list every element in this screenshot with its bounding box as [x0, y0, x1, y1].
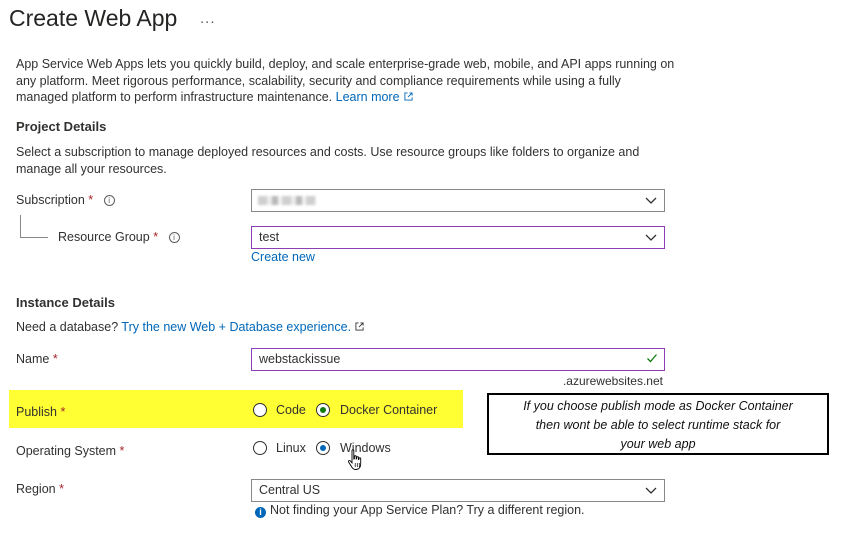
web-database-link[interactable]: Try the new Web + Database experience. [121, 320, 351, 334]
os-linux-radio[interactable] [253, 441, 267, 455]
required-asterisk: * [88, 193, 94, 207]
subscription-redacted-value [258, 196, 316, 205]
publish-label-text: Publish [16, 405, 57, 419]
resource-group-label: Resource Group * i [58, 230, 180, 244]
region-dropdown[interactable]: Central US [251, 479, 665, 502]
page-title: Create Web App [9, 5, 178, 31]
info-icon[interactable]: i [103, 195, 115, 206]
required-asterisk: * [153, 230, 159, 244]
publish-code-radio[interactable] [253, 403, 267, 417]
required-asterisk: * [52, 352, 58, 366]
info-icon[interactable]: i [168, 232, 180, 243]
radio-selected-dot [320, 407, 326, 413]
subscription-dropdown[interactable] [251, 189, 665, 212]
radio-selected-dot [320, 445, 326, 451]
name-label: Name * [16, 352, 58, 366]
tree-connector-horizontal [20, 237, 48, 238]
publish-label: Publish * [16, 405, 65, 419]
region-label-text: Region [16, 482, 56, 496]
required-asterisk: * [60, 405, 66, 419]
required-asterisk: * [59, 482, 64, 496]
create-new-link[interactable]: Create new [251, 250, 315, 264]
subscription-label: Subscription * i [16, 193, 115, 207]
database-prompt-text: Need a database? [16, 320, 119, 334]
region-hint-text: Not finding your App Service Plan? Try a… [270, 503, 585, 517]
learn-more-label[interactable]: Learn more [336, 90, 400, 104]
tree-connector-vertical [20, 215, 21, 237]
external-link-icon [355, 322, 364, 331]
hand-cursor-icon [348, 449, 362, 470]
project-details-heading: Project Details [16, 119, 107, 134]
os-linux-label[interactable]: Linux [276, 441, 306, 455]
os-label: Operating System * [16, 444, 124, 458]
publish-docker-radio[interactable] [316, 403, 330, 417]
annotation-callout: If you choose publish mode as Docker Con… [487, 393, 829, 455]
domain-suffix: .azurewebsites.net [562, 374, 663, 388]
name-value: webstackissue [259, 352, 341, 366]
region-label: Region * [16, 482, 64, 496]
annotation-line: then wont be able to select runtime stac… [535, 418, 781, 432]
publish-docker-label[interactable]: Docker Container [340, 403, 437, 417]
subscription-label-text: Subscription [16, 193, 85, 207]
region-value: Central US [259, 483, 321, 497]
annotation-line: your web app [620, 437, 696, 451]
annotation-line: If you choose publish mode as Docker Con… [523, 399, 793, 413]
resource-group-label-text: Resource Group [58, 230, 150, 244]
instance-details-heading: Instance Details [16, 295, 115, 310]
publish-code-label[interactable]: Code [276, 403, 306, 417]
external-link-icon [404, 92, 413, 101]
name-label-text: Name [16, 352, 50, 366]
resource-group-value: test [259, 230, 280, 244]
intro-text: App Service Web Apps lets you quickly bu… [16, 56, 676, 106]
database-prompt: Need a database? Try the new Web + Datab… [16, 320, 364, 334]
chevron-down-icon [645, 197, 657, 204]
region-hint: i Not finding your App Service Plan? Try … [255, 503, 585, 518]
project-description: Select a subscription to manage deployed… [16, 145, 640, 176]
learn-more-link[interactable]: Learn more [336, 90, 413, 104]
chevron-down-icon [645, 234, 657, 241]
name-input[interactable]: webstackissue [251, 348, 665, 371]
os-windows-radio[interactable] [316, 441, 330, 455]
os-label-text: Operating System [16, 444, 117, 458]
required-asterisk: * [119, 444, 125, 458]
chevron-down-icon [645, 487, 657, 494]
checkmark-icon [647, 354, 657, 363]
resource-group-dropdown[interactable]: test [251, 226, 665, 249]
info-filled-icon: i [255, 507, 266, 518]
more-options-button[interactable]: ... [200, 10, 216, 27]
